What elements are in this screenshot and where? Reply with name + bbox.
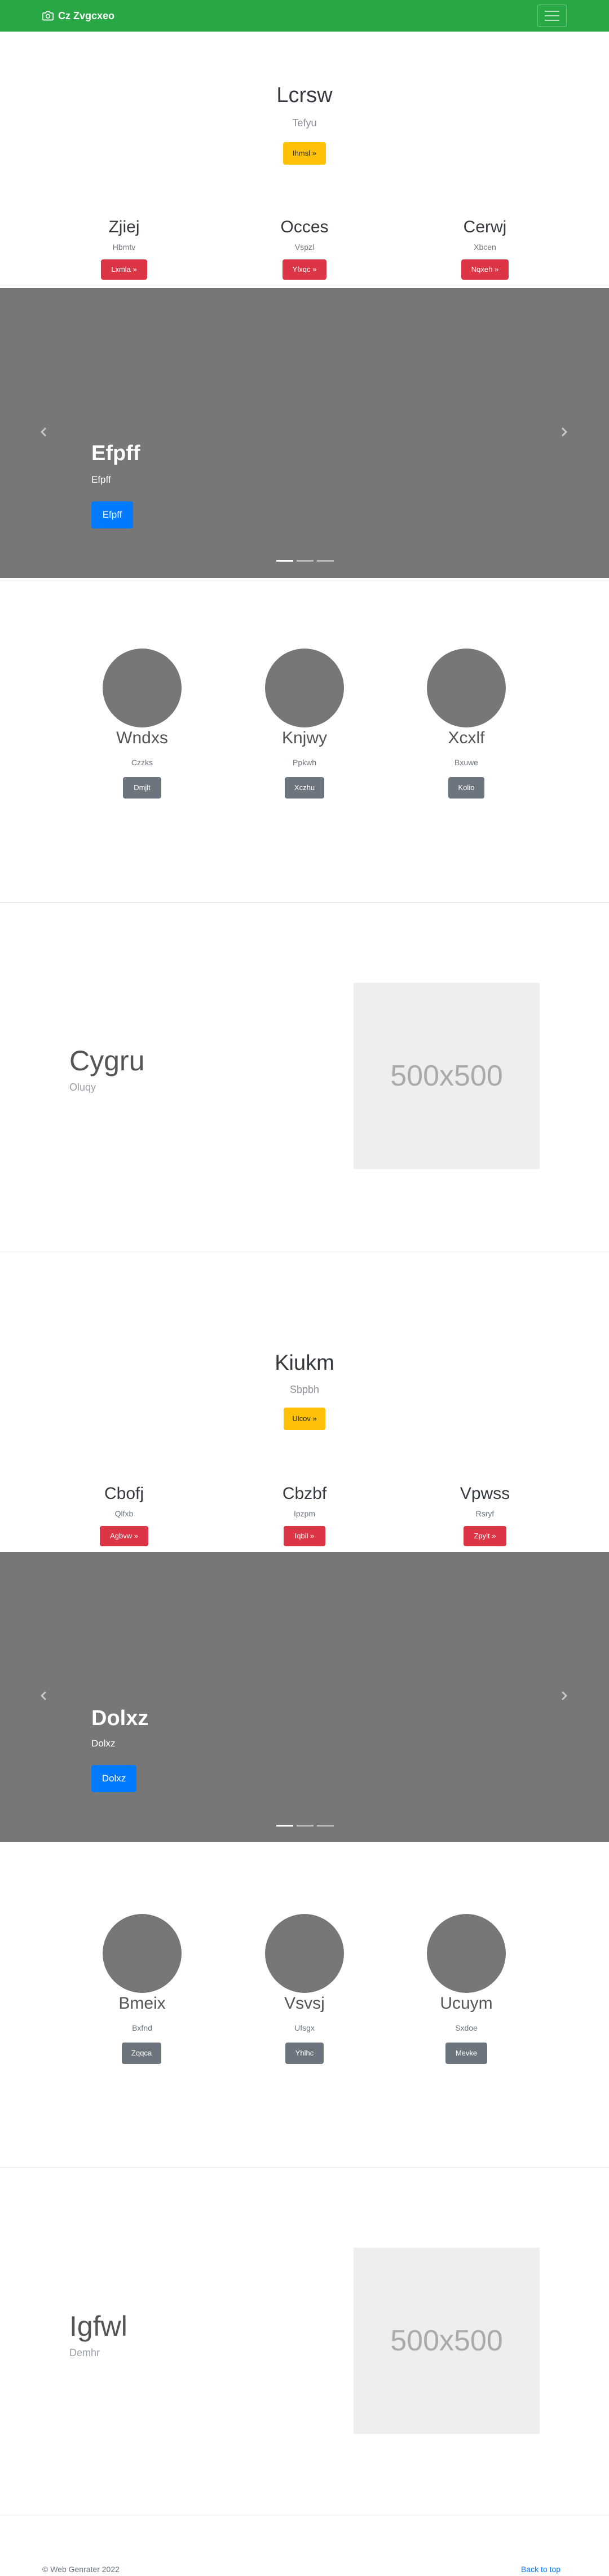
hamburger-icon [545, 15, 559, 16]
carousel-button[interactable]: Dolxz [91, 1765, 136, 1792]
jumbotron-subtitle-text: Sbpbh [289, 1384, 320, 1395]
column-text: Xbcen [474, 242, 496, 252]
avatar [265, 649, 344, 727]
column-heading: Cbofj [104, 1484, 144, 1503]
hamburger-icon [545, 11, 559, 12]
column-text: Rsryf [475, 1509, 495, 1518]
column-3: Vpwss Rsryf Zpylt » [400, 1484, 570, 1546]
carousel-indicator[interactable] [297, 1825, 314, 1827]
circle-heading: Vsvsj [284, 1994, 325, 2013]
column-text: Vspzl [294, 242, 315, 252]
carousel: Efpff Efpff Efpff [0, 288, 609, 578]
feature-text: Oluqy [69, 1082, 96, 1093]
carousel-indicator[interactable] [297, 560, 314, 562]
carousel-indicator[interactable] [276, 560, 293, 562]
avatar [427, 1914, 506, 1993]
circle-text: Bxuwe [454, 758, 479, 767]
column-2: Occes Vspzl Ylxqc » [220, 218, 389, 280]
circle-button[interactable]: Zqqca [122, 2043, 161, 2064]
navbar-toggler-button[interactable] [537, 5, 567, 27]
circle-button[interactable]: Kolio [448, 777, 484, 799]
circle-button[interactable]: Mevke [445, 2043, 487, 2064]
jumbotron-button[interactable]: Ulcov » [284, 1408, 325, 1430]
brand-link[interactable]: Cz Zvgcxeo [42, 8, 114, 24]
divider [0, 2167, 609, 2168]
column-3: Cerwj Xbcen Nqxeh » [400, 218, 570, 280]
chevron-right-icon[interactable] [558, 1690, 570, 1701]
carousel-indicator[interactable] [317, 560, 334, 562]
hamburger-icon [545, 20, 559, 21]
circle-text: Ufsgx [294, 2023, 315, 2032]
jumbotron-subtitle-text: Tefyu [292, 117, 317, 129]
column-button[interactable]: Zpylt » [464, 1526, 506, 1546]
column-2: Cbzbf Ipzpm Iqbil » [220, 1484, 389, 1546]
column-text: Hbmtv [112, 242, 136, 252]
column-button[interactable]: Ylxqc » [283, 259, 326, 280]
jumbotron-title-text: Lcrsw [276, 83, 333, 107]
circle-heading: Knjwy [281, 729, 328, 747]
column-button[interactable]: Lxmla » [101, 259, 147, 280]
placeholder-image: 500x500 [354, 2248, 540, 2434]
chevron-right-icon[interactable] [558, 426, 570, 438]
carousel-title: Efpff [91, 442, 140, 465]
column-button[interactable]: Iqbil » [284, 1526, 325, 1546]
jumbotron-title-text: Kiukm [275, 1351, 334, 1375]
column-heading: Zjiej [108, 218, 140, 236]
camera-icon [42, 11, 54, 21]
circle-text: Ppkwh [292, 758, 317, 767]
avatar [265, 1914, 344, 1993]
column-text: Qlfxb [114, 1509, 134, 1518]
divider [0, 902, 609, 903]
column-1: Cbofj Qlfxb Agbvw » [39, 1484, 209, 1546]
carousel-caption: Efpff [91, 474, 111, 485]
footer-copyright: © Web Genrater 2022 [42, 2565, 120, 2574]
carousel-button[interactable]: Efpff [91, 501, 133, 528]
carousel-title: Dolxz [91, 1706, 149, 1730]
feature-text: Demhr [69, 2347, 100, 2358]
carousel-indicator[interactable] [317, 1825, 334, 1827]
column-heading: Occes [280, 218, 329, 236]
circle-button[interactable]: Xczhu [285, 777, 324, 799]
jumbotron-button[interactable]: Ihmsl » [283, 142, 326, 165]
placeholder-image: 500x500 [354, 983, 540, 1169]
circle-button[interactable]: Yhlhc [285, 2043, 324, 2064]
carousel: Dolxz Dolxz Dolxz [0, 1552, 609, 1842]
circle-heading: Ucuym [440, 1994, 493, 2013]
column-heading: Vpwss [460, 1484, 510, 1503]
brand-name: Cz Zvgcxeo [58, 10, 115, 21]
avatar [103, 1914, 182, 1993]
navbar: Cz Zvgcxeo [0, 0, 609, 32]
jumbotron-subtitle: Sbpbh [0, 1384, 609, 1396]
circle-text: Bxfnd [132, 2023, 152, 2032]
avatar [427, 649, 506, 727]
carousel-caption: Dolxz [91, 1738, 116, 1749]
column-text: Ipzpm [293, 1509, 316, 1518]
jumbotron-title: Kiukm [0, 1351, 609, 1375]
circle-button[interactable]: Dmjlt [123, 777, 161, 799]
placeholder-label: 500x500 [390, 2324, 503, 2357]
column-button[interactable]: Nqxeh » [461, 259, 509, 280]
column-button[interactable]: Agbvw » [100, 1526, 148, 1546]
circle-heading: Xcxlf [448, 729, 485, 747]
circle-text: Czzks [131, 758, 153, 767]
column-1: Zjiej Hbmtv Lxmla » [39, 218, 209, 280]
circle-text: Sxdoe [455, 2023, 478, 2032]
avatar [103, 649, 182, 727]
jumbotron-title: Lcrsw [0, 83, 609, 108]
feature-heading: Cygru [69, 1045, 145, 1077]
carousel-indicator[interactable] [276, 1825, 293, 1827]
chevron-left-icon[interactable] [38, 1690, 50, 1701]
back-to-top-link[interactable]: Back to top [521, 2565, 561, 2574]
circle-heading: Bmeix [118, 1994, 166, 2013]
placeholder-label: 500x500 [390, 1060, 503, 1092]
jumbotron-subtitle: Tefyu [0, 117, 609, 129]
column-heading: Cerwj [463, 218, 507, 236]
column-heading: Cbzbf [282, 1484, 327, 1503]
feature-heading: Igfwl [69, 2310, 127, 2342]
circle-heading: Wndxs [116, 729, 168, 747]
chevron-left-icon[interactable] [38, 426, 50, 438]
